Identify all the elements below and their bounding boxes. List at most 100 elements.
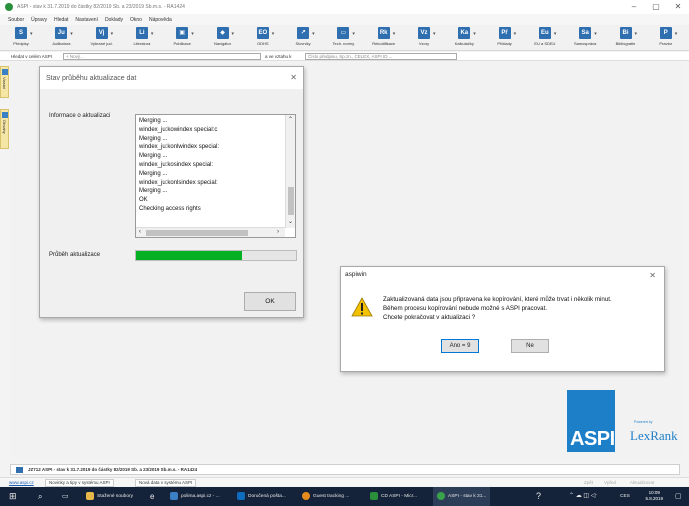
- outlook-icon: [237, 491, 245, 500]
- update-log[interactable]: Merging ... windex_ju:kowindex special:c M…: [135, 114, 296, 238]
- taskbar-clock[interactable]: 10:09 5.8.2019: [645, 490, 663, 502]
- chevron-down-icon[interactable]: ▾: [554, 31, 557, 37]
- document-id-input[interactable]: Číslo předpisu, Sp.zn., CELEX, ASPI ID .…: [305, 53, 457, 60]
- search-scope-label[interactable]: Hledat v celém ASPI: [11, 53, 52, 60]
- document-status-bar[interactable]: JZ712 ASPI - stav k 31.7.2019 do částky …: [10, 464, 680, 475]
- nav-back[interactable]: Zpět: [584, 480, 593, 485]
- maximize-button[interactable]: ▢: [645, 0, 667, 14]
- task-view-icon[interactable]: ▭: [62, 487, 69, 506]
- taskbar-search-icon[interactable]: ⌕: [38, 487, 42, 506]
- chevron-down-icon[interactable]: ▾: [594, 31, 597, 37]
- ribbon-button-7[interactable]: ↗ ▾ Slovníky: [283, 27, 323, 51]
- aspi-website-link[interactable]: www.aspi.cz: [9, 480, 34, 485]
- chevron-down-icon[interactable]: ▾: [514, 31, 517, 37]
- ribbon-tile-icon: Př: [498, 27, 511, 39]
- news-item-tips[interactable]: Novinky a tipy v systému ASPI: [45, 479, 114, 487]
- chevron-down-icon[interactable]: ▾: [393, 31, 396, 37]
- taskbar-app-cd-aspi[interactable]: CD ASPI - Micr...: [370, 487, 417, 506]
- taskbar-app-polima[interactable]: polima.aspi.cz - ...: [170, 487, 220, 506]
- scroll-right-icon[interactable]: ›: [277, 229, 279, 235]
- ribbon-button-8[interactable]: ▭ ▾ Tech. normy: [323, 27, 363, 51]
- news-item-new-data[interactable]: Nová data v systému ASPI: [135, 479, 197, 487]
- hscroll-thumb[interactable]: [146, 230, 248, 236]
- chevron-down-icon[interactable]: ▾: [675, 31, 678, 37]
- search-input[interactable]: + Nový...: [63, 53, 261, 60]
- browser-icon: [170, 491, 178, 500]
- minimize-button[interactable]: –: [623, 0, 645, 14]
- menu-napoveda[interactable]: Nápověda: [149, 17, 172, 23]
- chevron-down-icon[interactable]: ▾: [191, 31, 194, 37]
- scroll-up-icon[interactable]: ⌃: [288, 116, 293, 123]
- menu-doklady[interactable]: Doklady: [105, 17, 123, 23]
- taskbar-app-guest-tracking[interactable]: Guest tracking ...: [302, 487, 349, 506]
- scroll-thumb[interactable]: [288, 187, 294, 215]
- edge-icon[interactable]: e: [150, 487, 154, 506]
- horizontal-scrollbar[interactable]: ‹ ›: [136, 227, 285, 237]
- chevron-down-icon[interactable]: ▾: [635, 31, 638, 37]
- ribbon-button-9[interactable]: Rk ▾ Rekodifikace: [364, 27, 404, 51]
- chevron-down-icon[interactable]: ▾: [272, 31, 275, 37]
- vertical-scrollbar[interactable]: ⌃ ⌄: [285, 115, 295, 228]
- chevron-down-icon[interactable]: ▾: [232, 31, 235, 37]
- ribbon-tile-icon: EO: [256, 27, 269, 39]
- taskbar-app-outlook[interactable]: Doručená pošta...: [237, 487, 286, 506]
- ribbon-button-16[interactable]: P ▾ Pravtor: [646, 27, 686, 51]
- scroll-down-icon[interactable]: ⌄: [288, 218, 293, 225]
- chevron-down-icon[interactable]: ▾: [433, 31, 436, 37]
- chevron-down-icon[interactable]: ▾: [352, 31, 355, 37]
- ok-button[interactable]: OK: [244, 292, 296, 311]
- nav-forward[interactable]: Vpřed: [604, 480, 616, 485]
- windows-start-icon[interactable]: ⊞: [9, 487, 17, 506]
- taskbar-app-aspi[interactable]: ASPI - stav k 31...: [433, 487, 491, 506]
- ribbon-button-5[interactable]: ◆ ▾ Navigátor: [203, 27, 243, 51]
- taskbar-app-downloads[interactable]: Stažené soubory: [86, 487, 133, 506]
- ribbon-tile-icon: Ka: [458, 27, 471, 39]
- nav-refresh[interactable]: Aktualizovat: [630, 480, 654, 485]
- ribbon-button-6[interactable]: EO ▾ ODHS: [243, 27, 283, 51]
- ribbon-button-0[interactable]: S ▾ Předpisy: [1, 27, 41, 51]
- update-info-label: Informace o aktualizaci: [49, 113, 111, 119]
- ribbon-tile-icon: Li: [135, 27, 148, 39]
- menu-upravy[interactable]: Úpravy: [31, 17, 47, 23]
- ribbon-button-2[interactable]: Vj ▾ Vybrané jud.: [82, 27, 122, 51]
- aspi-icon: [437, 491, 445, 500]
- ribbon-button-11[interactable]: Ka ▾ Kalkulačky: [444, 27, 484, 51]
- yes-button[interactable]: Ano = 9: [441, 339, 479, 353]
- side-tab-obsahy[interactable]: Obsahy: [0, 109, 9, 149]
- message-line: Chcete pokračovat v aktualizaci ?: [383, 314, 476, 321]
- notifications-icon[interactable]: ▢: [675, 487, 682, 506]
- ribbon-tile-icon: Ju: [55, 27, 68, 39]
- dialog-close-icon[interactable]: ✕: [290, 73, 297, 82]
- ribbon-button-14[interactable]: Sa ▾ Samospráva: [565, 27, 605, 51]
- ribbon-button-label: Publikace: [173, 41, 191, 46]
- chevron-down-icon[interactable]: ▾: [473, 31, 476, 37]
- chevron-down-icon[interactable]: ▾: [111, 31, 114, 37]
- chrome-icon: [302, 491, 310, 500]
- scroll-left-icon[interactable]: ‹: [139, 229, 141, 235]
- help-icon[interactable]: ?: [536, 487, 541, 506]
- no-button[interactable]: Ne: [511, 339, 549, 353]
- menu-nastaveni[interactable]: Nastavení: [75, 17, 98, 23]
- chevron-down-icon[interactable]: ▾: [70, 31, 73, 37]
- tray-icons[interactable]: ⌃ ☁ ◫ ◁ᐧ: [569, 487, 597, 506]
- ribbon-button-1[interactable]: Ju ▾ Judikatura: [41, 27, 81, 51]
- ribbon-button-15[interactable]: Bi ▾ Bibliografie: [606, 27, 646, 51]
- close-button[interactable]: ✕: [667, 0, 689, 14]
- menu-soubor[interactable]: Soubor: [8, 17, 24, 23]
- confirm-close-icon[interactable]: ✕: [649, 271, 656, 280]
- window-title: ASPI - stav k 31.7.2019 do částky 82/201…: [17, 4, 185, 10]
- side-tab-vlastni[interactable]: Vlastní: [0, 66, 9, 98]
- chevron-down-icon[interactable]: ▾: [312, 31, 315, 37]
- ribbon-button-12[interactable]: Př ▾ Příklady: [485, 27, 525, 51]
- ribbon-button-13[interactable]: Eu ▾ EU a SDEU: [525, 27, 565, 51]
- menu-okno[interactable]: Okno: [130, 17, 142, 23]
- confirm-dialog: aspiwin ✕ Zaktualizovaná data jsou připr…: [340, 266, 665, 372]
- ribbon-button-4[interactable]: ▣ ▾ Publikace: [162, 27, 202, 51]
- chevron-down-icon[interactable]: ▾: [151, 31, 154, 37]
- chevron-down-icon[interactable]: ▾: [30, 31, 33, 37]
- log-lines: Merging ... windex_ju:kowindex special:c M…: [139, 117, 284, 222]
- ribbon-button-3[interactable]: Li ▾ Literatura: [122, 27, 162, 51]
- menu-hledat[interactable]: Hledat: [54, 17, 68, 23]
- ribbon-button-10[interactable]: Vz ▾ Vzory: [404, 27, 444, 51]
- language-indicator[interactable]: CES: [620, 487, 630, 506]
